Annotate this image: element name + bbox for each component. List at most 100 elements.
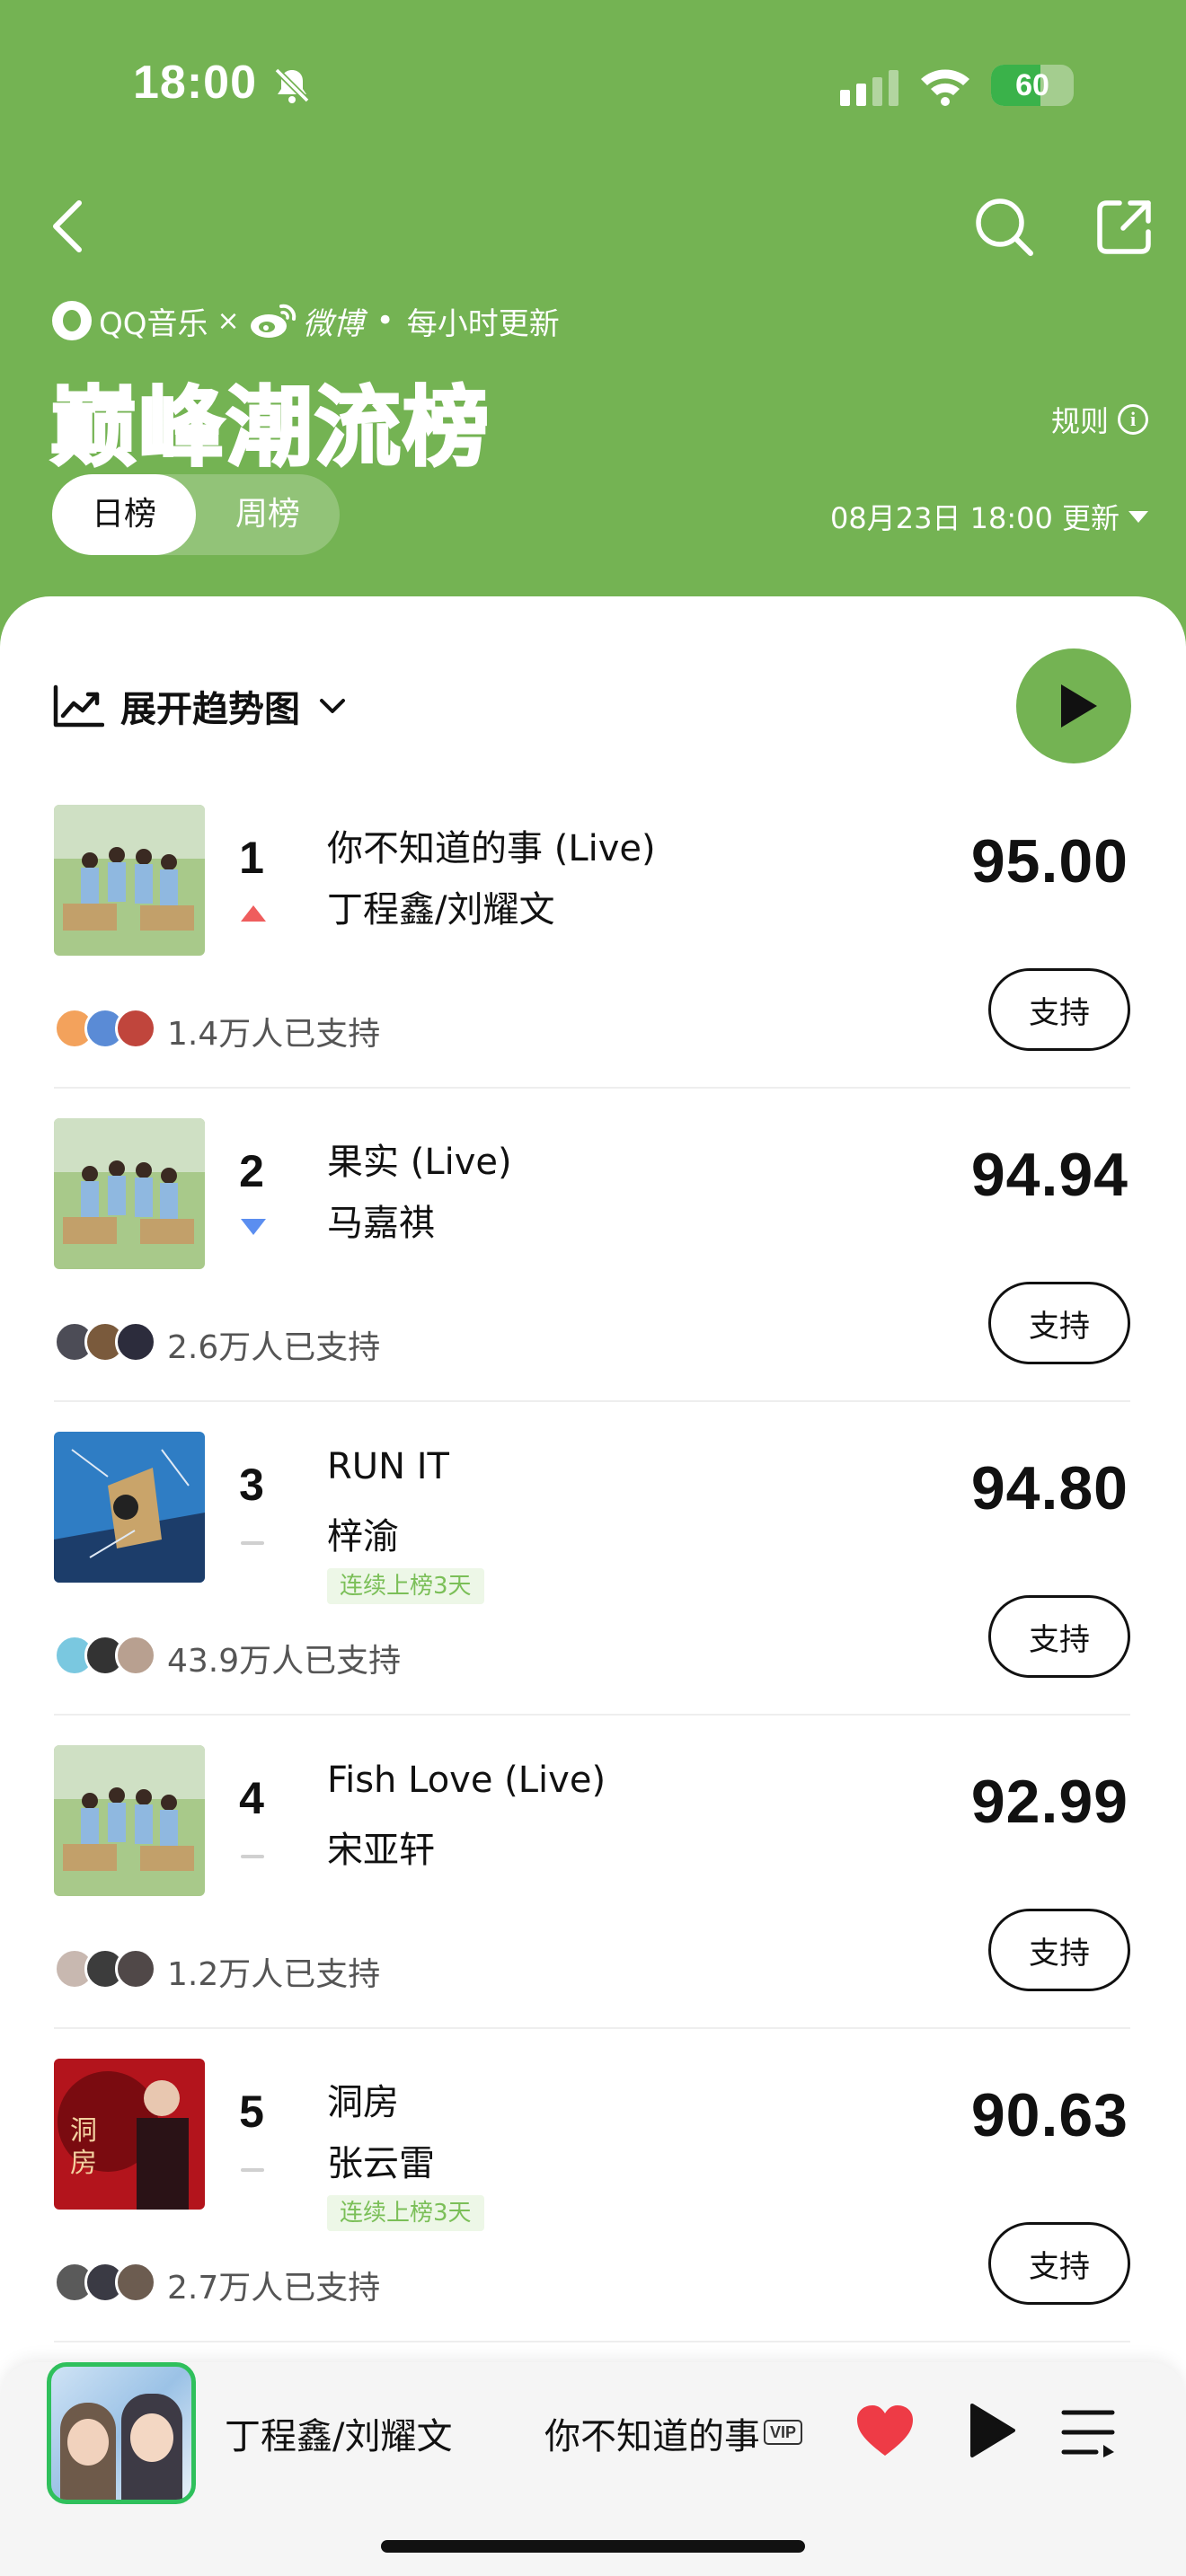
song-rank: 5 xyxy=(239,2086,264,2137)
song-cover[interactable] xyxy=(54,1118,205,1269)
brand-times: × xyxy=(217,304,240,337)
divider xyxy=(54,2341,1130,2342)
back-icon[interactable] xyxy=(47,198,92,255)
supporter-avatars xyxy=(54,2262,156,2303)
song-score: 90.63 xyxy=(970,2081,1128,2149)
battery-indicator: 60 xyxy=(991,65,1074,106)
avatar xyxy=(115,2262,156,2303)
supporter-avatars xyxy=(54,1321,156,1363)
wifi-icon xyxy=(921,69,969,106)
info-icon: i xyxy=(1118,404,1148,435)
play-all-button[interactable] xyxy=(1016,648,1131,763)
support-button[interactable]: 支持 xyxy=(988,1282,1130,1364)
bell-muted-icon xyxy=(274,67,310,103)
song-artist[interactable]: 丁程鑫/刘耀文 xyxy=(327,880,554,932)
home-indicator xyxy=(381,2540,805,2553)
caret-down-icon xyxy=(1128,510,1148,523)
update-frequency: 每小时更新 xyxy=(406,305,560,342)
song-artist[interactable]: 马嘉祺 xyxy=(327,1194,435,1246)
song-row[interactable]: 洞房 5 洞房 张云雷 连续上榜3天 90.63 2.7万人已支持 支持 xyxy=(0,2059,1186,2372)
supporter-avatars xyxy=(54,1635,156,1676)
support-button[interactable]: 支持 xyxy=(988,2222,1130,2305)
song-row[interactable]: 4 Fish Love (Live) 宋亚轩 92.99 1.2万人已支持 支持 xyxy=(0,1745,1186,2059)
streak-badge: 连续上榜3天 xyxy=(327,1568,484,1604)
divider xyxy=(54,1714,1130,1716)
song-rank: 3 xyxy=(239,1460,264,1510)
divider xyxy=(54,1400,1130,1402)
song-score: 95.00 xyxy=(970,827,1128,895)
song-title: 你不知道的事 (Live) xyxy=(327,828,656,869)
svg-text:洞: 洞 xyxy=(70,2115,97,2147)
rank-trend-same-icon xyxy=(241,2168,264,2172)
rank-trend-down-icon xyxy=(241,1219,266,1235)
supporter-avatars xyxy=(54,1948,156,1989)
share-icon[interactable] xyxy=(1093,196,1155,259)
supporter-count: 2.7万人已支持 xyxy=(167,2270,381,2307)
song-cover[interactable] xyxy=(54,805,205,956)
play-icon[interactable] xyxy=(967,2402,1017,2459)
streak-badge: 连续上榜3天 xyxy=(327,2195,484,2231)
chevron-down-icon xyxy=(320,699,345,713)
avatar xyxy=(115,1948,156,1989)
chart-period-tabs: 日榜 周榜 xyxy=(52,474,340,555)
support-button[interactable]: 支持 xyxy=(988,1909,1130,1991)
now-playing-title: 你不知道的事 xyxy=(544,2416,758,2457)
avatar xyxy=(115,1321,156,1363)
song-cover[interactable]: 洞房 xyxy=(54,2059,205,2210)
rank-trend-up-icon xyxy=(241,905,266,922)
svg-text:房: 房 xyxy=(70,2148,97,2179)
weibo-logo-icon xyxy=(250,304,296,338)
supporter-count: 2.6万人已支持 xyxy=(167,1329,381,1366)
qq-music-logo-icon xyxy=(52,301,92,340)
song-rank: 2 xyxy=(239,1146,264,1196)
update-time-selector[interactable]: 08月23日 18:00 更新 xyxy=(830,496,1148,537)
song-rank: 1 xyxy=(239,833,264,883)
support-button[interactable]: 支持 xyxy=(988,1595,1130,1678)
status-bar: 18:00 60 xyxy=(0,0,1186,171)
trend-toggle-label: 展开趋势图 xyxy=(120,689,300,730)
rank-trend-same-icon xyxy=(241,1541,264,1545)
song-row[interactable]: 1 你不知道的事 (Live) 丁程鑫/刘耀文 95.00 1.4万人已支持 支持 xyxy=(0,805,1186,1118)
brand-weibo-label: 微博 xyxy=(302,305,364,342)
trend-chart-icon xyxy=(53,684,104,728)
song-artist[interactable]: 梓渝 xyxy=(327,1507,399,1559)
song-artist[interactable]: 宋亚轩 xyxy=(327,1821,435,1873)
rules-label: 规则 xyxy=(1050,404,1109,438)
now-playing-cover[interactable] xyxy=(47,2362,196,2504)
rank-trend-same-icon xyxy=(241,1855,264,1858)
rules-link[interactable]: 规则 i xyxy=(1051,399,1148,440)
divider xyxy=(54,2027,1130,2029)
song-score: 94.94 xyxy=(970,1141,1128,1209)
song-artist[interactable]: 张云雷 xyxy=(327,2134,435,2186)
song-row[interactable]: 2 果实 (Live) 马嘉祺 94.94 2.6万人已支持 支持 xyxy=(0,1118,1186,1432)
tab-daily[interactable]: 日榜 xyxy=(52,474,196,555)
divider xyxy=(54,1087,1130,1089)
supporter-count: 1.4万人已支持 xyxy=(167,1016,381,1053)
song-title: RUN IT xyxy=(327,1446,449,1487)
song-title: Fish Love (Live) xyxy=(327,1760,606,1801)
song-title: 果实 (Live) xyxy=(327,1142,512,1183)
heart-icon[interactable] xyxy=(855,2404,915,2457)
trend-chart-toggle[interactable]: 展开趋势图 xyxy=(52,679,349,733)
signal-icon xyxy=(840,70,898,106)
song-cover[interactable] xyxy=(54,1745,205,1896)
brand-line: QQ音乐 × 微博 • 每小时更新 xyxy=(52,298,560,343)
supporter-count: 1.2万人已支持 xyxy=(167,1956,381,1993)
battery-level: 60 xyxy=(1015,68,1049,102)
song-score: 92.99 xyxy=(970,1768,1128,1836)
song-row[interactable]: 3 RUN IT 梓渝连续上榜3天 94.80 43.9万人已支持 支持 xyxy=(0,1432,1186,1745)
song-cover[interactable] xyxy=(54,1432,205,1583)
playlist-icon[interactable] xyxy=(1060,2407,1118,2457)
status-time: 18:00 xyxy=(133,57,257,109)
support-button[interactable]: 支持 xyxy=(988,968,1130,1051)
chart-list-panel: 展开趋势图 1 你不知道的事 (Live) 丁程鑫/刘耀文 95.00 1.4万人已支持… xyxy=(0,596,1186,2576)
avatar xyxy=(115,1635,156,1676)
search-icon[interactable] xyxy=(973,196,1036,259)
supporter-avatars xyxy=(54,1008,156,1049)
song-score: 94.80 xyxy=(970,1454,1128,1522)
song-rank: 4 xyxy=(239,1773,264,1823)
song-title: 洞房 xyxy=(327,2082,399,2123)
now-playing-artist: 丁程鑫/刘耀文 xyxy=(225,2416,453,2457)
supporter-count: 43.9万人已支持 xyxy=(167,1643,402,1680)
tab-weekly[interactable]: 周榜 xyxy=(196,474,340,555)
